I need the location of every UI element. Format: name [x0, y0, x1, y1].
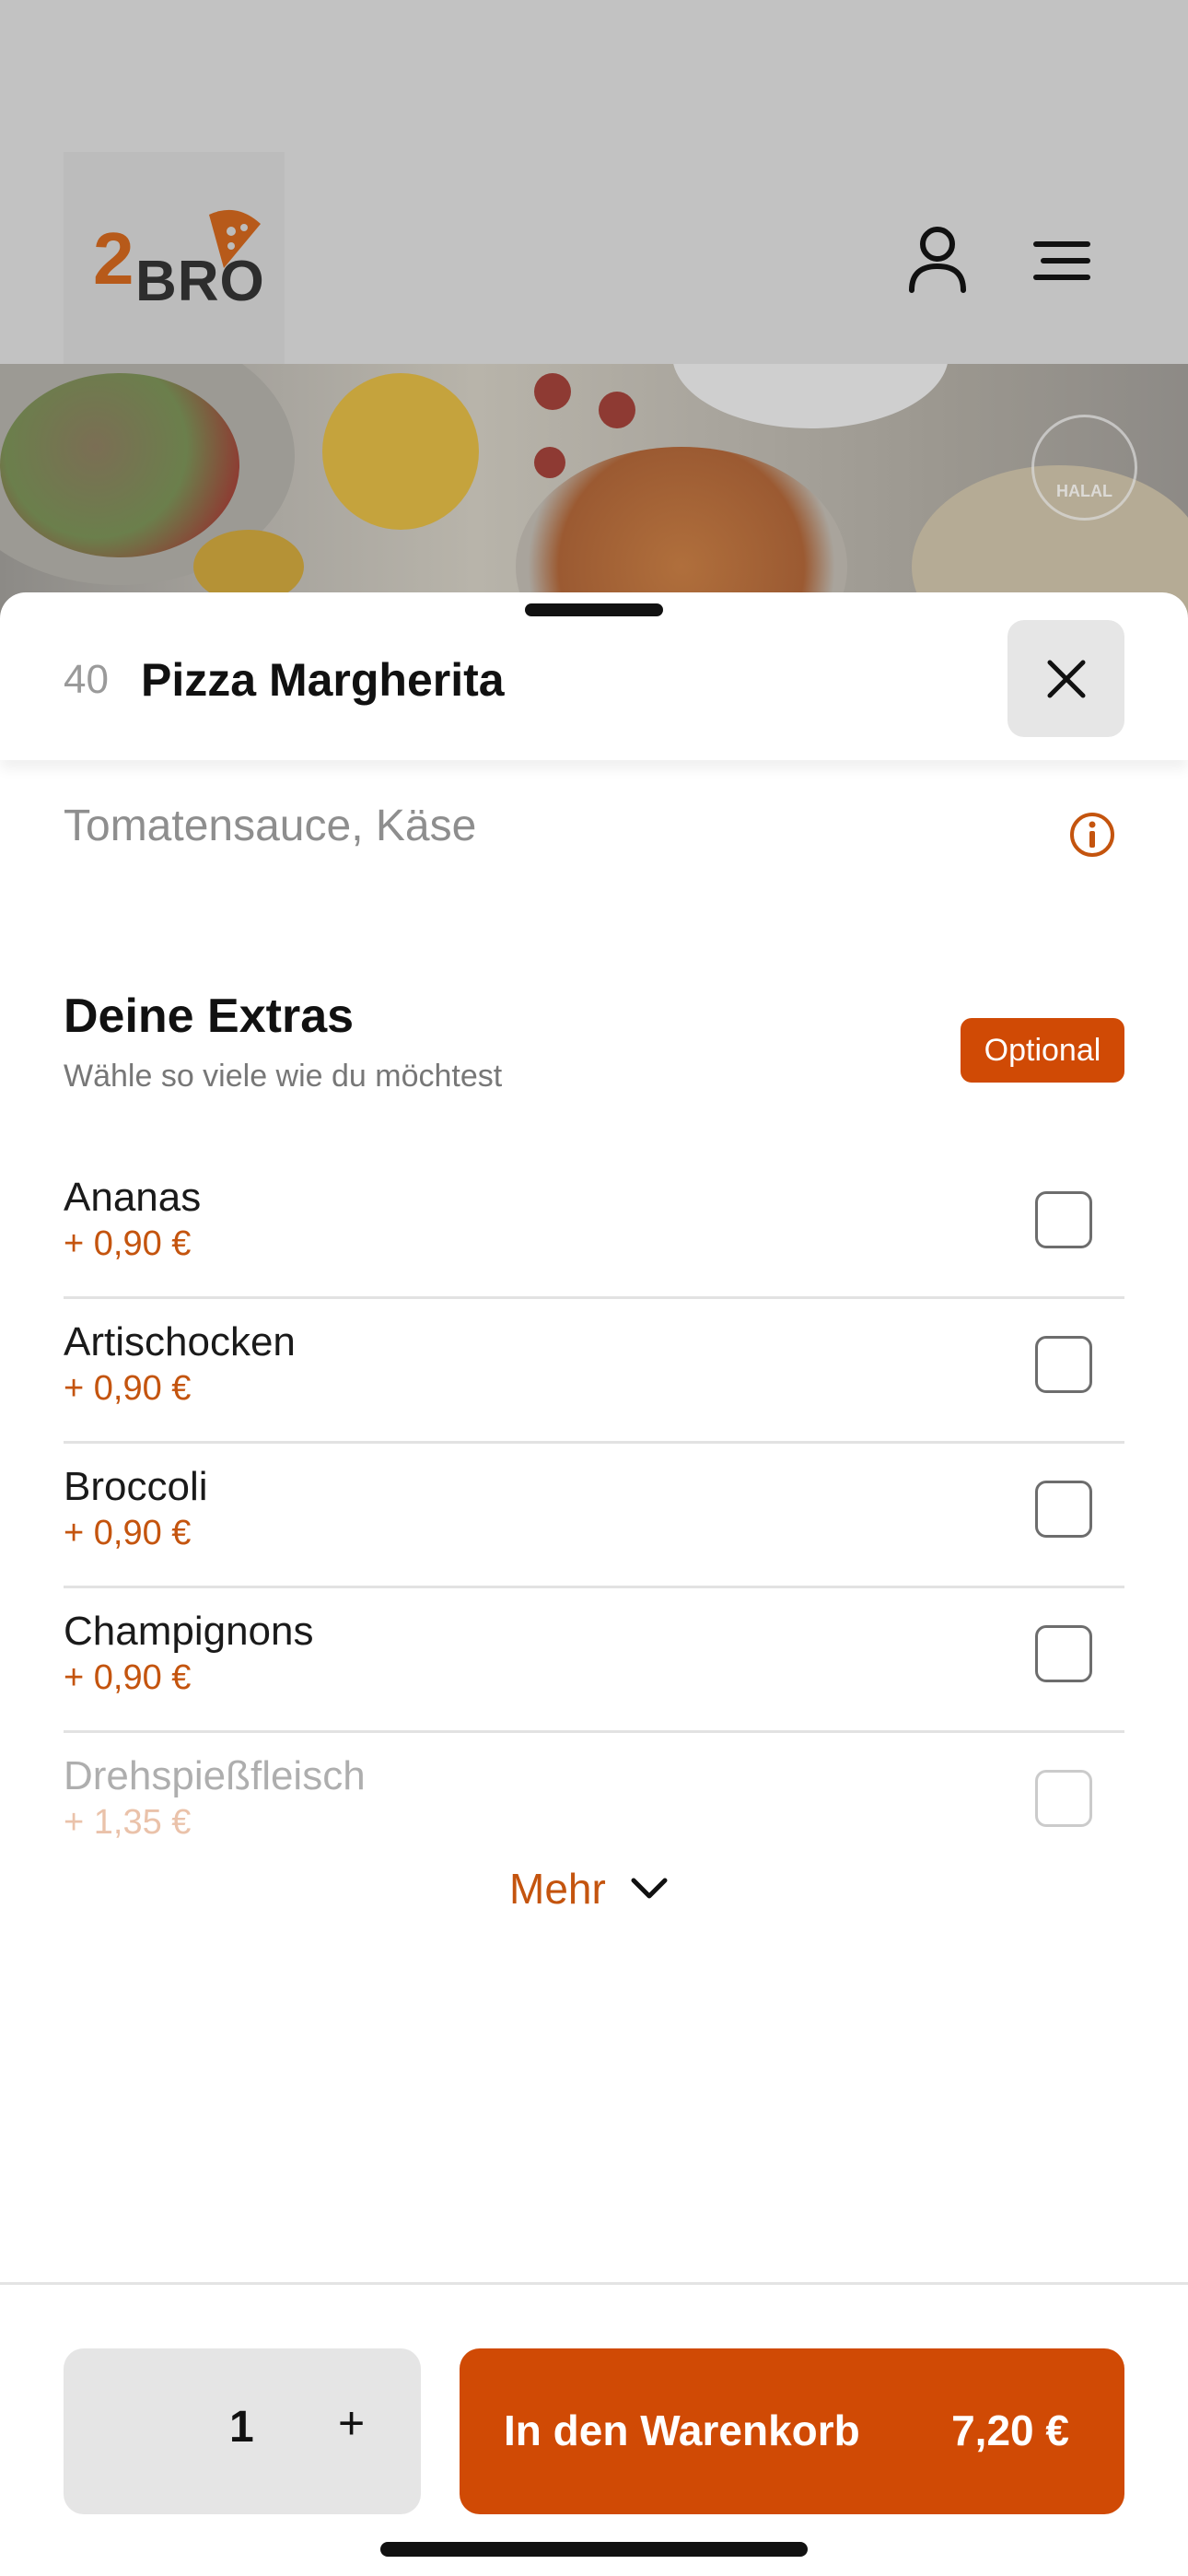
extra-name: Artischocken — [64, 1319, 296, 1364]
extra-item-ananas[interactable]: Ananas + 0,90 € — [64, 1154, 1124, 1299]
pizza-slice-icon — [209, 209, 261, 268]
user-icon[interactable] — [907, 226, 968, 294]
footer-divider — [0, 2282, 1188, 2285]
cart-total-price: 7,20 € — [951, 2406, 1069, 2454]
add-to-cart-label: In den Warenkorb — [504, 2406, 860, 2454]
quantity-value: 1 — [229, 2403, 254, 2452]
halal-badge: HALAL — [1031, 415, 1137, 521]
extra-item-champignons[interactable]: Champignons + 0,90 € — [64, 1588, 1124, 1733]
sheet-grabber[interactable] — [525, 603, 663, 616]
extra-checkbox[interactable] — [1035, 1336, 1092, 1393]
extra-name: Ananas — [64, 1175, 202, 1220]
item-title: Pizza Margherita — [141, 654, 505, 706]
close-icon — [1047, 660, 1085, 697]
show-more-label: Mehr — [509, 1865, 606, 1913]
chevron-down-icon — [631, 1878, 668, 1899]
extra-checkbox[interactable] — [1035, 1191, 1092, 1248]
extra-price: + 0,90 € — [64, 1514, 192, 1552]
extra-checkbox[interactable] — [1035, 1481, 1092, 1538]
extra-name: Broccoli — [64, 1464, 208, 1509]
optional-badge: Optional — [961, 1018, 1124, 1083]
add-to-cart-button[interactable]: In den Warenkorb 7,20 € — [460, 2348, 1124, 2514]
brand-logo[interactable]: 2 BRO — [64, 152, 285, 373]
app-header: 2 BRO — [0, 0, 1188, 373]
item-description: Tomatensauce, Käse — [64, 802, 477, 850]
extra-price: + 0,90 € — [64, 1658, 192, 1697]
product-sheet: 40 Pizza Margherita Tomatensauce, Käse D… — [0, 592, 1188, 2576]
close-button[interactable] — [1007, 620, 1124, 737]
menu-icon[interactable] — [1031, 240, 1092, 282]
extras-subtitle: Wähle so viele wie du möchtest — [64, 1059, 503, 1094]
logo-number: 2 — [93, 217, 134, 299]
extra-checkbox[interactable] — [1035, 1625, 1092, 1682]
sheet-header: 40 Pizza Margherita — [0, 592, 1188, 760]
extra-name: Champignons — [64, 1609, 314, 1654]
extras-title: Deine Extras — [64, 989, 355, 1043]
home-indicator — [380, 2542, 808, 2557]
extra-price: + 0,90 € — [64, 1369, 192, 1408]
extra-price: + 0,90 € — [64, 1224, 192, 1263]
hero-image: HALAL — [0, 364, 1188, 622]
extra-item-drehspiessfleisch[interactable]: Drehspießfleisch + 1,35 € — [64, 1733, 1124, 1878]
show-more-button[interactable]: Mehr — [509, 1864, 669, 1914]
extra-item-artischocken[interactable]: Artischocken + 0,90 € — [64, 1299, 1124, 1444]
quantity-plus-button[interactable]: + — [338, 2396, 365, 2450]
extra-price: + 1,35 € — [64, 1803, 192, 1842]
extra-item-broccoli[interactable]: Broccoli + 0,90 € — [64, 1444, 1124, 1588]
quantity-stepper: 1 + — [64, 2348, 421, 2514]
item-number: 40 — [64, 657, 109, 702]
extra-checkbox[interactable] — [1035, 1770, 1092, 1827]
extras-list: Ananas + 0,90 € Artischocken + 0,90 € Br… — [64, 1154, 1124, 1878]
extra-name: Drehspießfleisch — [64, 1753, 366, 1798]
info-icon[interactable] — [1068, 811, 1116, 859]
